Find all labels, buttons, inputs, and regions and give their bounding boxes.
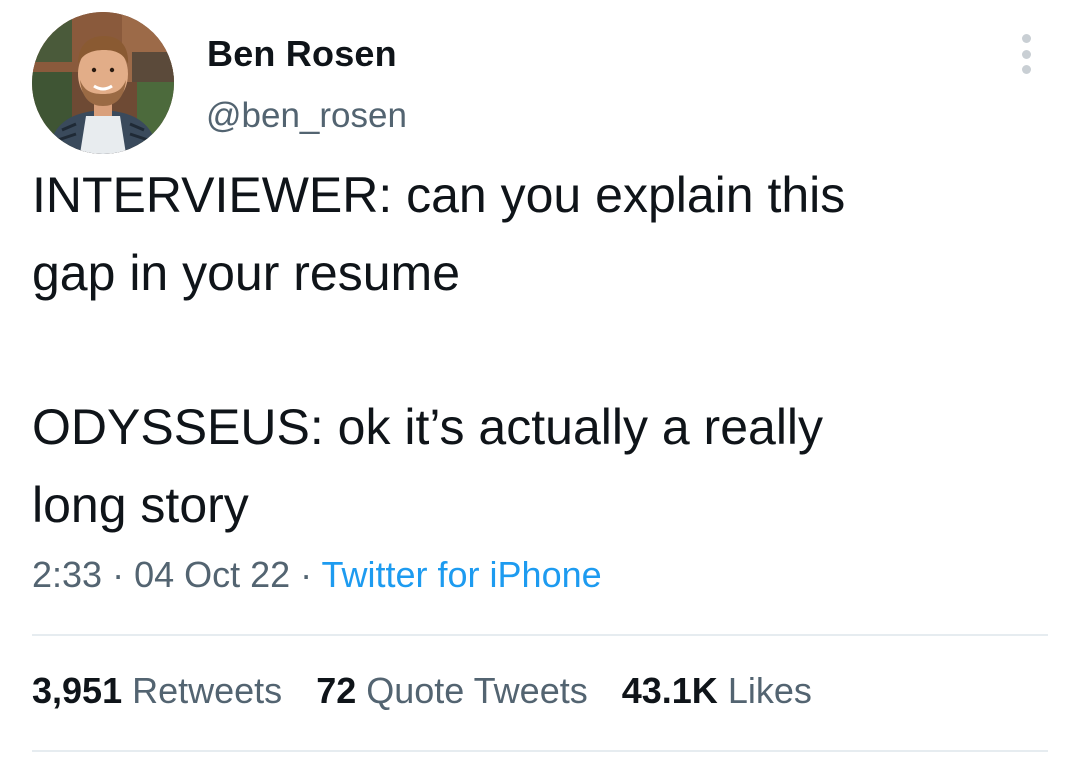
meta-separator: · [290,554,322,595]
tweet-text-line: INTERVIEWER: can you explain this [32,167,846,223]
engagement-stats: 3,951 Retweets 72 Quote Tweets 43.1K Lik… [32,670,846,712]
more-dot-icon [1021,65,1031,74]
retweets-stat[interactable]: 3,951 Retweets [32,670,282,712]
author-handle[interactable]: @ben_rosen [206,96,407,136]
retweets-label: Retweets [132,670,283,711]
quote-tweets-stat[interactable]: 72 Quote Tweets [316,670,588,712]
divider [32,750,1048,752]
tweet-metadata: 2:33 · 04 Oct 22 · Twitter for iPhone [32,554,602,596]
more-dot-icon [1021,49,1031,59]
quote-tweets-label: Quote Tweets [366,670,588,711]
tweet-text-line: gap in your resume [32,245,461,301]
likes-label: Likes [727,670,812,711]
tweet-source-link[interactable]: Twitter for iPhone [322,554,602,595]
tweet-time[interactable]: 2:33 [32,554,102,595]
quote-tweets-count: 72 [316,670,357,711]
more-dot-icon [1021,34,1031,43]
avatar[interactable] [32,12,174,154]
meta-separator: · [102,554,135,595]
likes-count: 43.1K [621,670,718,711]
likes-stat[interactable]: 43.1K Likes [622,670,812,712]
more-vertical-icon[interactable] [1012,34,1040,74]
tweet-date[interactable]: 04 Oct 22 [134,554,290,595]
tweet-text-line: long story [32,477,249,533]
retweets-count: 3,951 [32,670,123,711]
divider [32,634,1048,636]
tweet-card: Ben Rosen @ben_rosen INTERVIEWER: can yo… [0,0,1080,764]
tweet-text-line: ODYSSEUS: ok it’s actually a really [32,399,824,455]
author-display-name[interactable]: Ben Rosen [207,33,397,75]
